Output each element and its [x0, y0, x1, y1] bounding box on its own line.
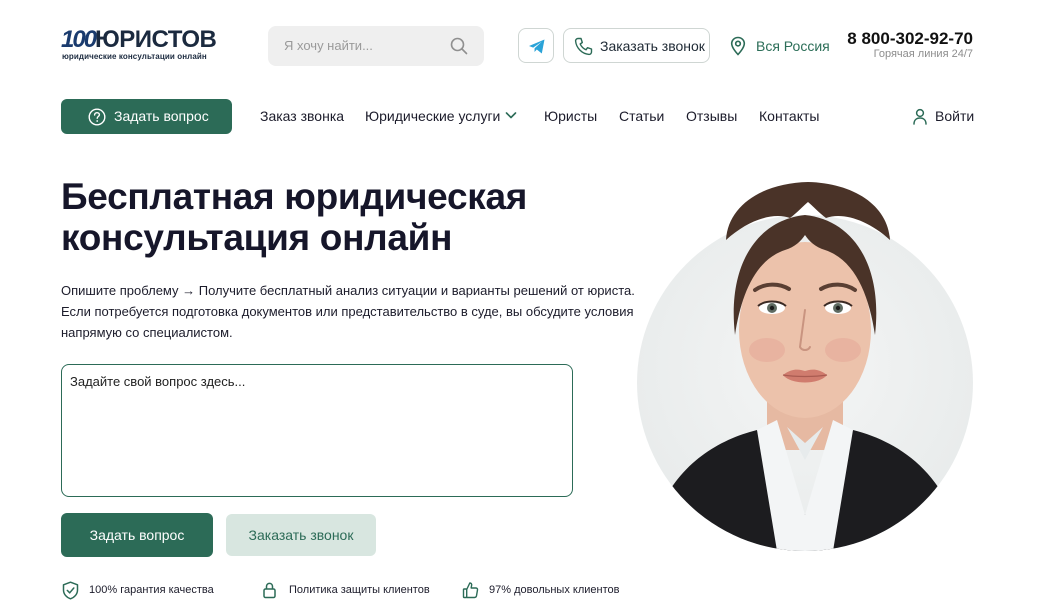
phone-number[interactable]: 8 800-302-92-70: [847, 29, 973, 49]
nav-item-lawyers[interactable]: Юристы: [544, 108, 597, 124]
order-call-button-header[interactable]: Заказать звонок: [563, 28, 710, 63]
portrait-illustration: [657, 215, 953, 551]
phone-icon: [574, 37, 593, 56]
site-logo[interactable]: 100ЮРИСТОВ юридические консультации онла…: [61, 27, 236, 63]
nav-item-contacts[interactable]: Контакты: [759, 108, 819, 124]
hero-description: Опишите проблему → Получите бесплатный а…: [61, 283, 635, 340]
feature-label: 97% довольных клиентов: [489, 584, 620, 596]
feature-label: Политика защиты клиентов: [289, 584, 430, 596]
logo-wordmark: 100ЮРИСТОВ: [61, 26, 217, 53]
page-title: Бесплатная юридическая консультация онла…: [61, 176, 528, 258]
ask-question-label: Задать вопрос: [114, 108, 209, 124]
login-label: Войти: [935, 108, 975, 124]
region-label: Вся Россия: [756, 38, 830, 54]
telegram-button[interactable]: [518, 28, 554, 63]
feature-label: 100% гарантия качества: [89, 584, 214, 596]
logo-tagline: юридические консультации онлайн: [62, 52, 207, 61]
order-call-button[interactable]: Заказать звонок: [226, 514, 376, 556]
search-icon[interactable]: [450, 37, 468, 55]
hotline-label: Горячая линия 24/7: [873, 48, 973, 60]
telegram-icon: [529, 39, 545, 54]
shield-check-icon: [62, 581, 79, 600]
ask-question-button-nav[interactable]: Задать вопрос: [61, 99, 232, 134]
nav-item-articles[interactable]: Статьи: [619, 108, 664, 124]
search-bar[interactable]: Я хочу найти...: [268, 26, 484, 66]
user-icon: [913, 108, 927, 125]
question-circle-icon: [88, 108, 106, 126]
chevron-down-icon[interactable]: [505, 110, 517, 120]
thumbs-up-icon: [462, 582, 479, 599]
nav-item-order-call[interactable]: Заказ звонка: [260, 108, 344, 124]
question-textarea[interactable]: [61, 364, 573, 497]
ask-question-button[interactable]: Задать вопрос: [61, 513, 213, 557]
location-pin-icon: [730, 36, 746, 56]
lawyer-portrait: [637, 215, 973, 551]
lock-icon: [263, 582, 276, 599]
nav-item-legal-services[interactable]: Юридические услуги: [365, 108, 500, 124]
order-call-label: Заказать звонок: [600, 38, 705, 54]
search-input[interactable]: Я хочу найти...: [284, 38, 373, 53]
nav-item-reviews[interactable]: Отзывы: [686, 108, 737, 124]
portrait-hair-overlay: [726, 182, 890, 240]
